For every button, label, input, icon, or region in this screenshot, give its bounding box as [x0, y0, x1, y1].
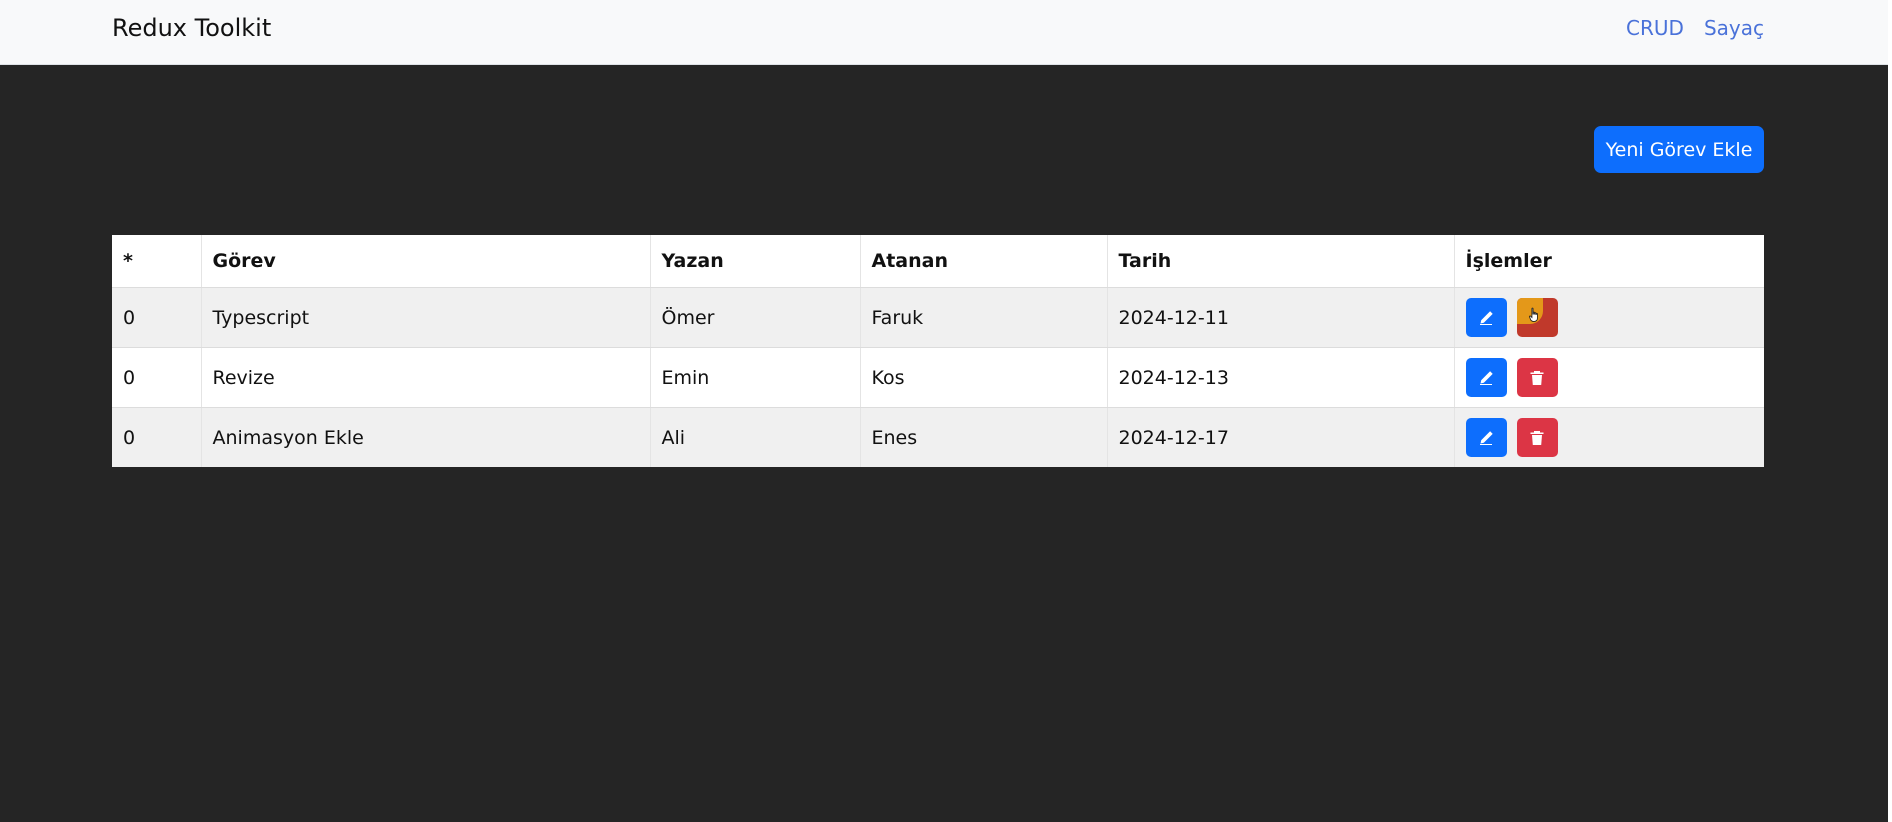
cell-task: Revize [201, 347, 651, 408]
edit-button[interactable] [1465, 298, 1507, 337]
trash-icon [1530, 370, 1544, 385]
cell-author: Ömer [650, 287, 861, 348]
hand-cursor-icon [1528, 307, 1538, 322]
nav-link-sayac[interactable]: Sayaç [1704, 16, 1764, 40]
add-task-button[interactable]: Yeni Görev Ekle [1594, 126, 1764, 173]
cell-actions [1454, 407, 1764, 467]
cell-author: Emin [650, 347, 861, 408]
pencil-icon [1480, 430, 1493, 445]
nav-links: CRUD Sayaç [1626, 16, 1764, 40]
delete-button[interactable] [1516, 418, 1558, 457]
cell-task: Typescript [201, 287, 651, 348]
cell-task: Animasyon Ekle [201, 407, 651, 467]
delete-button[interactable] [1516, 358, 1558, 397]
table-row: 0 Typescript Ömer Faruk 2024-12-11 [112, 287, 1764, 348]
edit-button[interactable] [1465, 418, 1507, 457]
tasks-table: * Görev Yazan Atanan Tarih İşlemler 0 Ty… [112, 235, 1764, 467]
cell-assignee: Faruk [860, 287, 1108, 348]
cell-index: 0 [112, 407, 202, 467]
brand-title[interactable]: Redux Toolkit [112, 14, 271, 42]
table-header-row: * Görev Yazan Atanan Tarih İşlemler [112, 235, 1764, 288]
cell-assignee: Kos [860, 347, 1108, 408]
scrollbar[interactable] [1888, 0, 1892, 822]
cell-index: 0 [112, 287, 202, 348]
header-date: Tarih [1107, 235, 1455, 288]
cell-date: 2024-12-13 [1107, 347, 1455, 408]
nav-link-crud[interactable]: CRUD [1626, 16, 1684, 40]
edit-button[interactable] [1465, 358, 1507, 397]
header-actions: İşlemler [1454, 235, 1764, 288]
navbar: Redux Toolkit CRUD Sayaç [0, 0, 1888, 65]
header-author: Yazan [650, 235, 861, 288]
header-index: * [112, 235, 202, 288]
delete-button[interactable] [1516, 298, 1558, 337]
cell-actions [1454, 347, 1764, 408]
cell-actions [1454, 287, 1764, 348]
trash-icon [1530, 430, 1544, 445]
pencil-icon [1480, 310, 1493, 325]
page: Redux Toolkit CRUD Sayaç Yeni Görev Ekle… [0, 0, 1892, 822]
table-row: 0 Animasyon Ekle Ali Enes 2024-12-17 [112, 407, 1764, 467]
cell-index: 0 [112, 347, 202, 408]
pencil-icon [1480, 370, 1493, 385]
header-task: Görev [201, 235, 651, 288]
cell-assignee: Enes [860, 407, 1108, 467]
cell-author: Ali [650, 407, 861, 467]
header-assignee: Atanan [860, 235, 1108, 288]
table-row: 0 Revize Emin Kos 2024-12-13 [112, 347, 1764, 408]
cell-date: 2024-12-11 [1107, 287, 1455, 348]
cell-date: 2024-12-17 [1107, 407, 1455, 467]
